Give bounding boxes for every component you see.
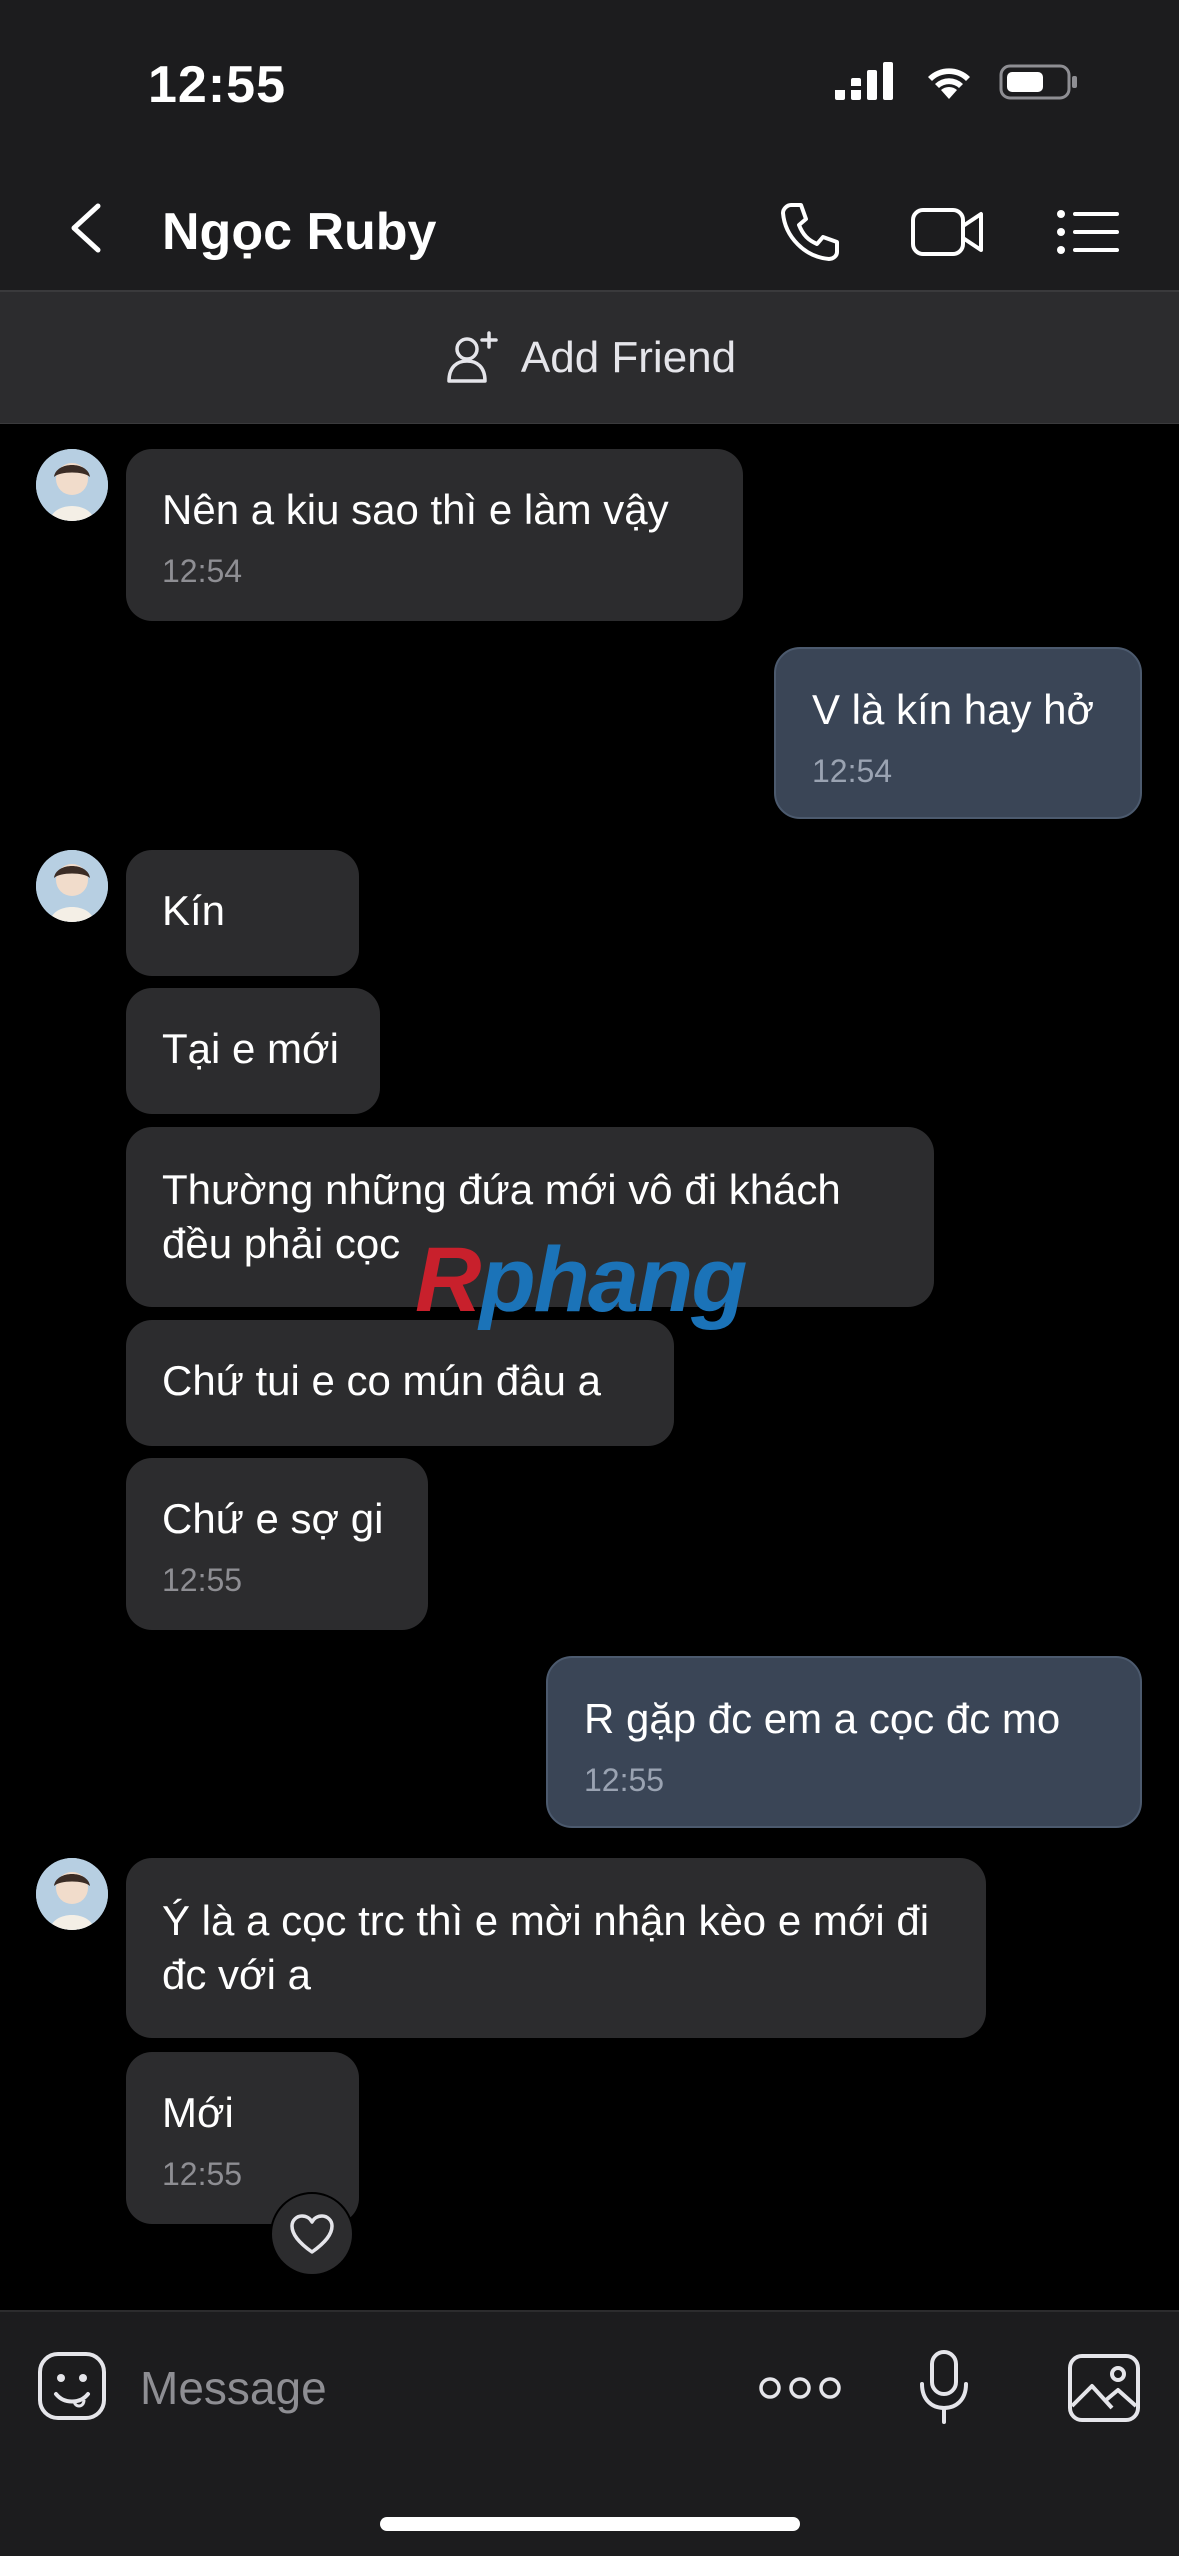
avatar-image xyxy=(36,449,108,521)
message-incoming[interactable]: Tại e mới xyxy=(126,988,380,1114)
avatar-image xyxy=(36,850,108,922)
wifi-icon xyxy=(928,68,970,99)
contact-name[interactable]: Ngọc Ruby xyxy=(162,202,436,262)
contact-avatar[interactable] xyxy=(36,1858,108,1930)
message-composer xyxy=(0,2310,1179,2556)
message-time: 12:54 xyxy=(162,553,243,589)
menu-icon xyxy=(1057,210,1119,254)
back-icon xyxy=(71,203,101,253)
message-input[interactable] xyxy=(140,2352,700,2424)
status-icons xyxy=(835,62,1079,102)
status-bar: 12:55 xyxy=(0,0,1179,170)
heart-icon xyxy=(290,2214,334,2254)
chat-header: Ngọc Ruby xyxy=(0,170,1179,292)
message-incoming[interactable]: Kín xyxy=(126,850,359,976)
watermark-part-1: R xyxy=(415,1229,481,1331)
phone-icon xyxy=(781,203,839,261)
emoji-icon xyxy=(38,2352,106,2420)
menu-button[interactable] xyxy=(1048,192,1128,272)
call-button[interactable] xyxy=(770,192,850,272)
add-friend-icon xyxy=(447,330,498,383)
mic-icon xyxy=(920,2350,968,2424)
image-picker-button[interactable] xyxy=(1064,2348,1144,2428)
message-text: Chứ e sợ gi xyxy=(162,1495,384,1542)
message-text: Ý là a cọc trc thì e mời nhận kèo e mới … xyxy=(162,1897,930,1998)
status-time: 12:55 xyxy=(148,56,286,114)
voice-message-button[interactable] xyxy=(914,2348,974,2428)
contact-avatar[interactable] xyxy=(36,850,108,922)
message-text: Kín xyxy=(162,887,226,934)
watermark-part-2: phang xyxy=(479,1229,747,1331)
video-icon xyxy=(911,208,983,256)
video-call-button[interactable] xyxy=(908,192,988,272)
message-incoming[interactable]: Chứ tui e co mún đâu a xyxy=(126,1320,674,1446)
message-time: 12:55 xyxy=(584,1762,665,1798)
message-time: 12:54 xyxy=(812,753,893,789)
contact-avatar[interactable] xyxy=(36,449,108,521)
message-text: Tại e mới xyxy=(162,1025,339,1072)
message-text: Chứ tui e co mún đâu a xyxy=(162,1357,602,1404)
back-button[interactable] xyxy=(60,198,120,258)
message-text: Nên a kiu sao thì e làm vậy xyxy=(162,486,669,533)
emoji-button[interactable] xyxy=(36,2350,108,2422)
react-button[interactable] xyxy=(270,2192,354,2276)
battery-icon xyxy=(999,64,1077,100)
message-text: Mới xyxy=(162,2089,234,2136)
image-icon xyxy=(1068,2354,1140,2422)
more-options-button[interactable] xyxy=(758,2352,842,2424)
avatar-image xyxy=(36,1858,108,1930)
message-incoming[interactable]: Nên a kiu sao thì e làm vậy 12:54 xyxy=(126,449,743,621)
add-friend-label: Add Friend xyxy=(520,332,737,382)
cellular-signal-icon xyxy=(835,62,893,100)
message-time: 12:55 xyxy=(162,1562,243,1598)
message-time: 12:55 xyxy=(162,2156,243,2192)
add-friend-button[interactable]: Add Friend xyxy=(0,292,1179,424)
message-text: R gặp đc em a cọc đc mo xyxy=(584,1695,1061,1742)
more-icon xyxy=(759,2377,841,2399)
message-outgoing[interactable]: R gặp đc em a cọc đc mo 12:55 xyxy=(546,1656,1142,1828)
watermark-logo: Rphang xyxy=(415,1228,747,1333)
message-text: V là kín hay hở xyxy=(812,686,1095,733)
message-incoming[interactable]: Ý là a cọc trc thì e mời nhận kèo e mới … xyxy=(126,1858,986,2038)
home-indicator xyxy=(380,2517,800,2531)
message-outgoing[interactable]: V là kín hay hở 12:54 xyxy=(774,647,1142,819)
message-incoming[interactable]: Chứ e sợ gi 12:55 xyxy=(126,1458,428,1630)
